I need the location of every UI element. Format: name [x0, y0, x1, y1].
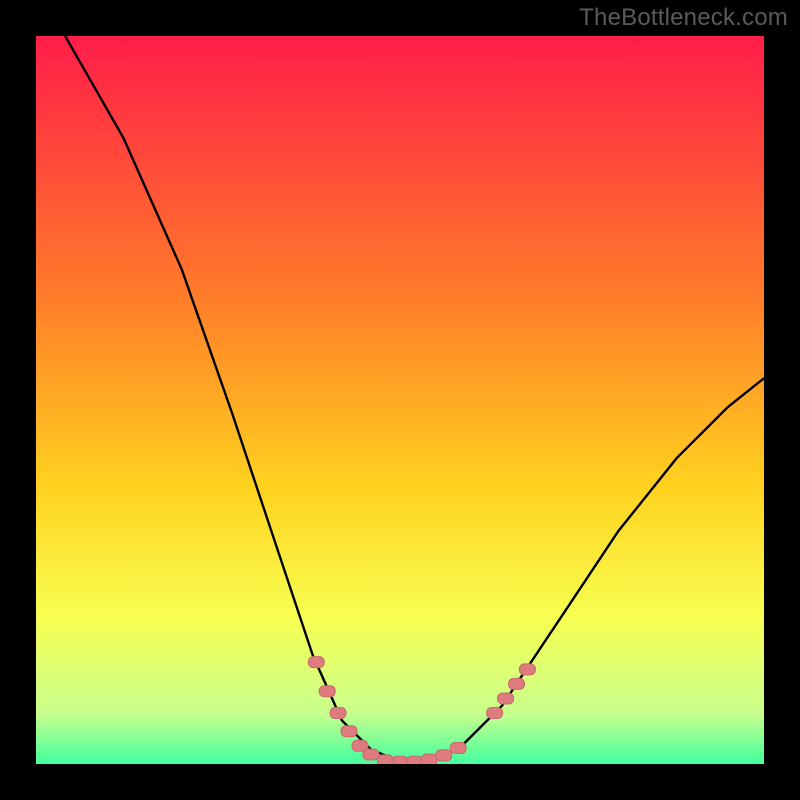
data-marker — [436, 750, 452, 761]
data-marker — [377, 755, 393, 764]
data-marker — [498, 693, 514, 704]
data-marker — [509, 678, 525, 689]
data-marker — [308, 657, 324, 668]
plot-area — [36, 36, 764, 764]
data-marker — [519, 664, 535, 675]
watermark-text: TheBottleneck.com — [579, 4, 788, 32]
data-marker — [392, 756, 408, 764]
data-marker — [330, 708, 346, 719]
data-marker — [450, 743, 466, 754]
chart-frame: TheBottleneck.com — [0, 0, 800, 800]
data-marker — [319, 686, 335, 697]
plot-svg — [36, 36, 764, 764]
data-marker — [407, 756, 423, 764]
gradient-background — [36, 36, 764, 764]
data-marker — [487, 708, 503, 719]
data-marker — [421, 754, 437, 764]
data-marker — [363, 749, 379, 760]
data-marker — [341, 726, 357, 737]
